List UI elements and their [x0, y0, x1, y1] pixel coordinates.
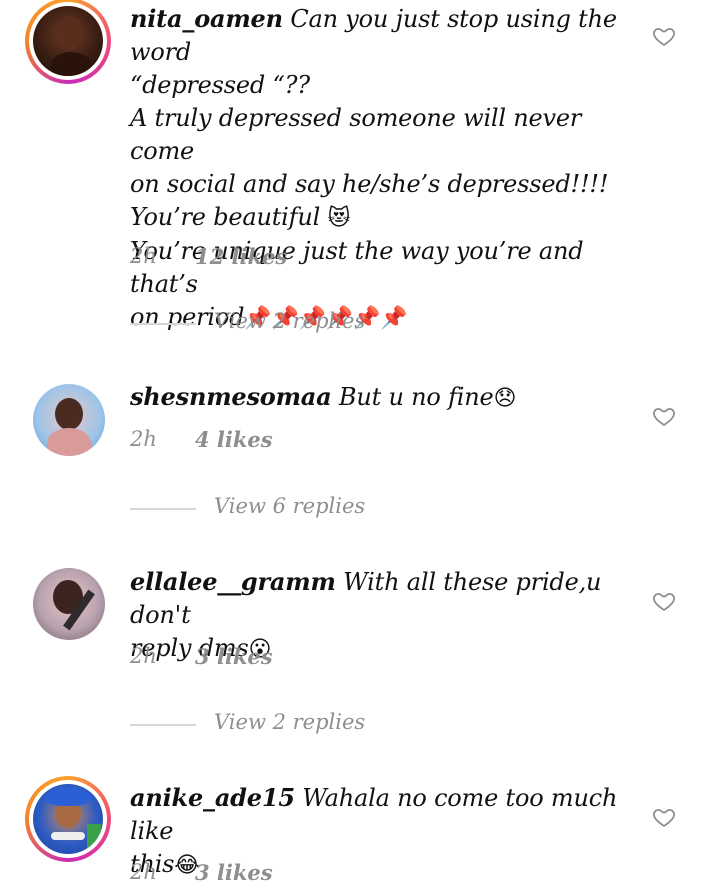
- username[interactable]: shesnmesomaa: [130, 382, 332, 411]
- likes-count[interactable]: 3 likes: [195, 644, 273, 669]
- avatar[interactable]: [33, 568, 105, 640]
- username[interactable]: anike_ade15: [130, 783, 295, 812]
- heart-outline-icon[interactable]: [652, 805, 676, 829]
- comment-meta: 2h 4 likes: [130, 427, 273, 452]
- timestamp: 2h: [130, 644, 157, 668]
- avatar[interactable]: [25, 776, 111, 862]
- disappointed-face-emoji: 😞: [493, 386, 517, 411]
- username[interactable]: nita_oamen: [130, 4, 283, 33]
- comment-meta: 2h 3 likes: [130, 644, 273, 669]
- comment-meta: 2h 3 likes: [130, 860, 273, 885]
- divider: [130, 508, 196, 510]
- username[interactable]: ellalee__gramm: [130, 567, 336, 596]
- heart-outline-icon[interactable]: [652, 589, 676, 613]
- likes-count[interactable]: 3 likes: [195, 860, 273, 885]
- avatar[interactable]: [25, 0, 111, 84]
- comment-meta: 2h 12 likes: [130, 244, 287, 269]
- comment-text: shesnmesomaa But u no fine😞: [130, 382, 517, 411]
- avatar[interactable]: [33, 384, 105, 456]
- heart-outline-icon[interactable]: [652, 404, 676, 428]
- divider: [130, 323, 196, 325]
- timestamp: 2h: [130, 860, 157, 884]
- timestamp: 2h: [130, 244, 157, 268]
- likes-count[interactable]: 4 likes: [195, 427, 273, 452]
- heart-outline-icon[interactable]: [652, 24, 676, 48]
- divider: [130, 724, 196, 726]
- timestamp: 2h: [130, 427, 157, 451]
- comment-text: nita_oamen Can you just stop using the w…: [130, 4, 617, 331]
- heart-eyes-cat-emoji: 😻: [327, 206, 351, 231]
- likes-count[interactable]: 12 likes: [195, 244, 287, 269]
